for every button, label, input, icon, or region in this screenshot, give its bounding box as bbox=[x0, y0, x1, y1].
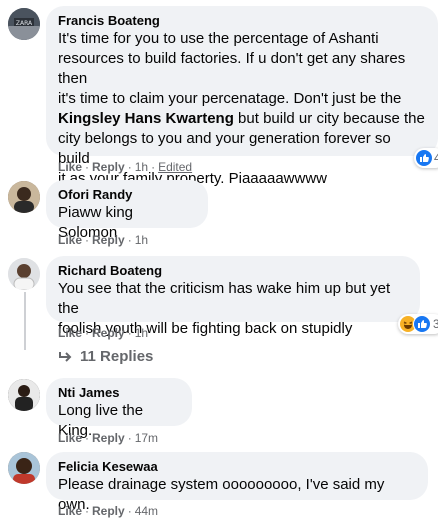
comment-text-fragment: but build ur city because the bbox=[233, 110, 425, 127]
timestamp[interactable]: 44m bbox=[135, 504, 158, 518]
avatar-image bbox=[8, 379, 40, 411]
comment-author[interactable]: Felicia Kesewaa bbox=[58, 459, 416, 475]
reply-button[interactable]: Reply bbox=[92, 431, 125, 445]
avatar[interactable] bbox=[8, 379, 40, 411]
comment-bubble: Francis Boateng It's time for you to use… bbox=[46, 6, 438, 187]
comment-text-line: You see that the criticism has wake him … bbox=[58, 280, 391, 317]
comment-actions: Like · Reply · 17m bbox=[58, 431, 158, 445]
like-button[interactable]: Like bbox=[58, 326, 82, 340]
timestamp[interactable]: 17m bbox=[135, 431, 158, 445]
like-button[interactable]: Like bbox=[58, 160, 82, 174]
thread-connector-line bbox=[24, 292, 26, 350]
view-replies-button[interactable]: 11 Replies bbox=[58, 348, 153, 365]
separator-dot: · bbox=[127, 233, 132, 247]
timestamp[interactable]: 1h bbox=[135, 233, 148, 247]
like-button[interactable]: Like bbox=[58, 431, 82, 445]
timestamp[interactable]: 1h bbox=[135, 326, 148, 340]
reply-button[interactable]: Reply bbox=[92, 160, 125, 174]
comment-bubble: Ofori Randy Piaww king Solomon bbox=[46, 180, 208, 241]
separator-dot: · bbox=[127, 160, 132, 174]
reaction-count: 4 bbox=[434, 151, 438, 165]
reaction-summary[interactable]: 4 bbox=[414, 148, 438, 168]
separator-dot: · bbox=[151, 160, 156, 174]
edited-label[interactable]: Edited bbox=[158, 160, 192, 174]
comment-author[interactable]: Ofori Randy bbox=[58, 187, 196, 203]
comment-actions: Like · Reply · 1h bbox=[58, 233, 148, 247]
avatar-image: ZARA bbox=[8, 8, 40, 40]
comment-author[interactable]: Richard Boateng bbox=[58, 263, 408, 279]
comment-author[interactable]: Nti James bbox=[58, 385, 180, 401]
like-button[interactable]: Like bbox=[58, 233, 82, 247]
reply-button[interactable]: Reply bbox=[92, 326, 125, 340]
comment-author[interactable]: Francis Boateng bbox=[58, 13, 426, 29]
svg-text:ZARA: ZARA bbox=[16, 20, 33, 27]
separator-dot: · bbox=[85, 504, 90, 518]
avatar[interactable]: ZARA bbox=[8, 8, 40, 40]
avatar-image bbox=[8, 452, 40, 484]
replies-count-label: 11 Replies bbox=[80, 348, 154, 365]
like-reaction-icon bbox=[413, 315, 431, 333]
comment-text-line: Kingsley Hans Kwarteng but build ur city… bbox=[58, 109, 426, 129]
avatar[interactable] bbox=[8, 181, 40, 213]
reply-button[interactable]: Reply bbox=[92, 233, 125, 247]
separator-dot: · bbox=[85, 326, 90, 340]
separator-dot: · bbox=[127, 504, 132, 518]
comment-text-line: It's time for you to use the percentage … bbox=[58, 30, 379, 47]
reaction-summary[interactable]: 3 bbox=[398, 314, 438, 334]
separator-dot: · bbox=[85, 233, 90, 247]
reply-button[interactable]: Reply bbox=[92, 504, 125, 518]
avatar[interactable] bbox=[8, 452, 40, 484]
comment-bubble: Richard Boateng You see that the critici… bbox=[46, 256, 420, 337]
comment-bubble: Nti James Long live the King. bbox=[46, 378, 192, 439]
avatar-image bbox=[8, 258, 40, 290]
reply-arrow-icon bbox=[58, 351, 72, 363]
separator-dot: · bbox=[127, 431, 132, 445]
comment-actions: Like · Reply · 44m bbox=[58, 504, 158, 518]
timestamp[interactable]: 1h bbox=[135, 160, 148, 174]
avatar-image bbox=[8, 181, 40, 213]
separator-dot: · bbox=[127, 326, 132, 340]
avatar[interactable] bbox=[8, 258, 40, 290]
comment-text-line: resources to build factories. If u don't… bbox=[58, 50, 406, 87]
comment-bubble: Felicia Kesewaa Please drainage system o… bbox=[46, 452, 428, 513]
separator-dot: · bbox=[85, 160, 90, 174]
separator-dot: · bbox=[85, 431, 90, 445]
like-button[interactable]: Like bbox=[58, 504, 82, 518]
mention-link[interactable]: Kingsley Hans Kwarteng bbox=[58, 110, 234, 127]
comment-text-line: it's time to claim your percenatage. Don… bbox=[58, 90, 402, 107]
comment-actions: Like · Reply · 1h · Edited bbox=[58, 160, 192, 174]
reaction-count: 3 bbox=[433, 317, 438, 331]
comment-actions: Like · Reply · 1h bbox=[58, 326, 148, 340]
like-reaction-icon bbox=[416, 150, 432, 166]
